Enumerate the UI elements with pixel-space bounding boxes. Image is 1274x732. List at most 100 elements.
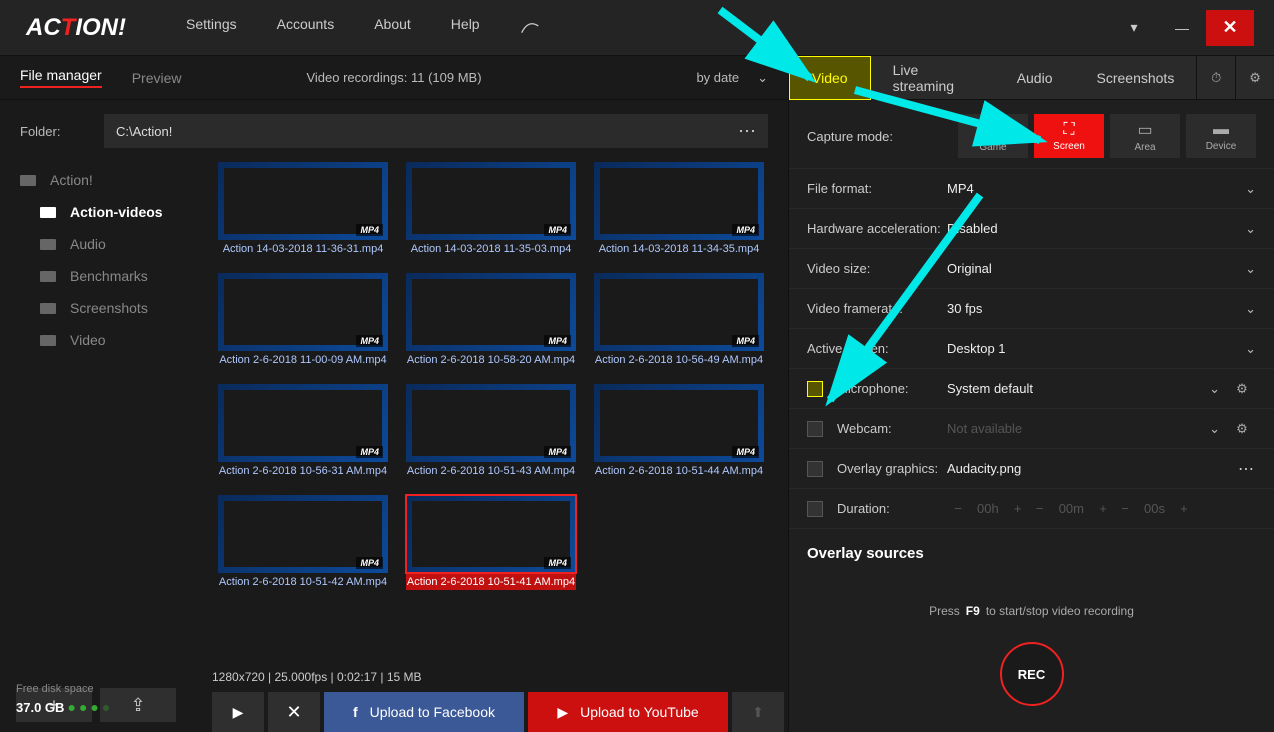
thumbnail-card[interactable]: MP4 Action 2-6-2018 10-56-49 AM.mp4 bbox=[594, 273, 764, 366]
menu-draw-tool[interactable] bbox=[520, 16, 540, 39]
inc-seconds[interactable]: + bbox=[1173, 501, 1195, 516]
thumbnail-card[interactable]: MP4 Action 2-6-2018 10-51-42 AM.mp4 bbox=[218, 495, 388, 590]
thumbnail-card[interactable]: MP4 Action 2-6-2018 10-51-44 AM.mp4 bbox=[594, 384, 764, 477]
cap-label: Area bbox=[1134, 142, 1155, 153]
opt-active-screen[interactable]: Active screen:Desktop 1⌄ bbox=[789, 328, 1274, 368]
tab-preview[interactable]: Preview bbox=[132, 70, 182, 86]
tab-video[interactable]: Video bbox=[789, 56, 871, 100]
sidebar-item-action-root[interactable]: Action! bbox=[0, 164, 210, 196]
upload-youtube-button[interactable]: ▶Upload to YouTube bbox=[528, 692, 728, 732]
checkbox-overlay[interactable] bbox=[807, 461, 823, 477]
sidebar-item-benchmarks[interactable]: Benchmarks bbox=[0, 260, 210, 292]
thumbnail-filename: Action 2-6-2018 10-51-43 AM.mp4 bbox=[406, 462, 576, 477]
menu-settings[interactable]: Settings bbox=[186, 16, 237, 39]
sidebar-item-audio[interactable]: Audio bbox=[0, 228, 210, 260]
thumbnail-card[interactable]: MP4 Action 14-03-2018 11-35-03.mp4 bbox=[406, 162, 576, 255]
disk-space: Free disk space 37.0 GB ●●●● bbox=[16, 681, 113, 719]
disk-indicator: ●●●● bbox=[67, 699, 113, 715]
format-badge: MP4 bbox=[544, 335, 571, 347]
folder-more-icon[interactable]: ⋯ bbox=[738, 121, 758, 142]
sort-dropdown[interactable]: by date ⌄ bbox=[696, 70, 768, 86]
thumbnail-filename: Action 14-03-2018 11-34-35.mp4 bbox=[594, 240, 764, 255]
thumbnail-card[interactable]: MP4 Action 14-03-2018 11-36-31.mp4 bbox=[218, 162, 388, 255]
gear-icon[interactable]: ⚙ bbox=[1228, 381, 1256, 397]
sidebar-item-screenshots[interactable]: Screenshots bbox=[0, 292, 210, 324]
thumbnail-card[interactable]: MP4 Action 2-6-2018 10-58-20 AM.mp4 bbox=[406, 273, 576, 366]
thumbnail-card[interactable]: MP4 Action 2-6-2018 11-00-09 AM.mp4 bbox=[218, 273, 388, 366]
thumbnail-card[interactable]: MP4 Action 2-6-2018 10-56-31 AM.mp4 bbox=[218, 384, 388, 477]
chevron-down-icon: ⌄ bbox=[1245, 221, 1256, 237]
format-badge: MP4 bbox=[356, 557, 383, 569]
tab-file-manager[interactable]: File manager bbox=[20, 67, 102, 88]
capture-mode-screen[interactable]: ⛶Screen bbox=[1034, 114, 1104, 158]
logo-part-red: T bbox=[61, 14, 76, 42]
checkbox-mic[interactable] bbox=[807, 381, 823, 397]
cap-label: Game bbox=[979, 142, 1006, 153]
opt-overlay-graphics[interactable]: Overlay graphics:Audacity.png⋯ bbox=[789, 448, 1274, 488]
opt-video-framerate[interactable]: Video framerate:30 fps⌄ bbox=[789, 288, 1274, 328]
thumbnail-card[interactable]: MP4 Action 2-6-2018 10-51-43 AM.mp4 bbox=[406, 384, 576, 477]
opt-microphone[interactable]: Microphone:System default⌄⚙ bbox=[789, 368, 1274, 408]
menu-help[interactable]: Help bbox=[451, 16, 480, 39]
hotkey: F9 bbox=[960, 604, 986, 618]
sidebar-label: Audio bbox=[70, 236, 106, 252]
format-badge: MP4 bbox=[544, 446, 571, 458]
inc-hours[interactable]: + bbox=[1007, 501, 1029, 516]
thumbnail-image: MP4 bbox=[218, 495, 388, 573]
dec-minutes[interactable]: − bbox=[1029, 501, 1051, 516]
sidebar-item-video[interactable]: Video bbox=[0, 324, 210, 356]
file-metadata: 1280x720 | 25.000fps | 0:02:17 | 15 MB bbox=[212, 670, 788, 692]
folder-sidebar: Action! Action-videos Audio Benchmarks S… bbox=[0, 162, 210, 688]
settings-gear-icon[interactable]: ⚙ bbox=[1235, 56, 1274, 100]
minimize-button[interactable]: — bbox=[1158, 10, 1206, 46]
timer-icon[interactable]: ⏱ bbox=[1196, 56, 1235, 100]
delete-button[interactable]: ✕ bbox=[268, 692, 320, 732]
thumbnail-filename: Action 14-03-2018 11-35-03.mp4 bbox=[406, 240, 576, 255]
duration-seconds: 00s bbox=[1136, 501, 1173, 516]
sidebar-label: Action-videos bbox=[70, 204, 163, 220]
right-panel: Capture mode: 🎮Game ⛶Screen ▭Area ▬Devic… bbox=[788, 100, 1274, 732]
dec-hours[interactable]: − bbox=[947, 501, 969, 516]
dec-seconds[interactable]: − bbox=[1114, 501, 1136, 516]
format-badge: MP4 bbox=[732, 335, 759, 347]
checkbox-webcam[interactable] bbox=[807, 421, 823, 437]
folder-path-text: C:\Action! bbox=[116, 124, 172, 139]
tab-audio[interactable]: Audio bbox=[995, 56, 1075, 100]
record-button[interactable]: REC bbox=[1000, 642, 1064, 706]
sidebar-item-action-videos[interactable]: Action-videos bbox=[0, 196, 210, 228]
opt-video-size[interactable]: Video size:Original⌄ bbox=[789, 248, 1274, 288]
area-icon: ▭ bbox=[1137, 120, 1152, 140]
more-icon[interactable]: ⋯ bbox=[1238, 459, 1256, 479]
close-button[interactable]: ✕ bbox=[1206, 10, 1254, 46]
menu-about[interactable]: About bbox=[374, 16, 411, 39]
tab-live-streaming[interactable]: Live streaming bbox=[871, 56, 995, 100]
format-badge: MP4 bbox=[544, 224, 571, 236]
thumbnail-image: MP4 bbox=[406, 273, 576, 351]
menu-accounts[interactable]: Accounts bbox=[277, 16, 335, 39]
capture-mode-area[interactable]: ▭ Area bbox=[1110, 114, 1180, 158]
inc-minutes[interactable]: + bbox=[1092, 501, 1114, 516]
opt-file-format[interactable]: File format:MP4⌄ bbox=[789, 168, 1274, 208]
upload-facebook-button[interactable]: fUpload to Facebook bbox=[324, 692, 524, 732]
gamepad-icon: 🎮 bbox=[983, 120, 1003, 140]
tab-screenshots[interactable]: Screenshots bbox=[1075, 56, 1197, 100]
folder-icon bbox=[40, 335, 56, 346]
pin-button[interactable]: ▾ bbox=[1110, 10, 1158, 46]
overlay-sources-header[interactable]: Overlay sources bbox=[789, 528, 1274, 578]
capture-mode-device[interactable]: ▬Device bbox=[1186, 114, 1256, 158]
fullscreen-icon: ⛶ bbox=[1063, 121, 1074, 139]
chevron-down-icon: ⌄ bbox=[1245, 181, 1256, 197]
thumbnail-card[interactable]: MP4 Action 2-6-2018 10-51-41 AM.mp4 bbox=[406, 495, 576, 590]
capture-mode-game[interactable]: 🎮 Game bbox=[958, 114, 1028, 158]
cap-label: Device bbox=[1206, 141, 1237, 152]
folder-icon bbox=[40, 207, 56, 218]
folder-path-input[interactable]: C:\Action! ⋯ bbox=[104, 114, 768, 148]
opt-hardware-accel[interactable]: Hardware acceleration:Disabled⌄ bbox=[789, 208, 1274, 248]
upload-generic-button[interactable]: ⬆ bbox=[732, 692, 784, 732]
thumbnail-card[interactable]: MP4 Action 14-03-2018 11-34-35.mp4 bbox=[594, 162, 764, 255]
checkbox-duration[interactable] bbox=[807, 501, 823, 517]
folder-label: Folder: bbox=[20, 124, 104, 139]
play-button[interactable]: ▶ bbox=[212, 692, 264, 732]
subheader: File manager Preview Video recordings: 1… bbox=[0, 56, 1274, 100]
opt-duration: Duration: −00h+ −00m+ −00s+ bbox=[789, 488, 1274, 528]
